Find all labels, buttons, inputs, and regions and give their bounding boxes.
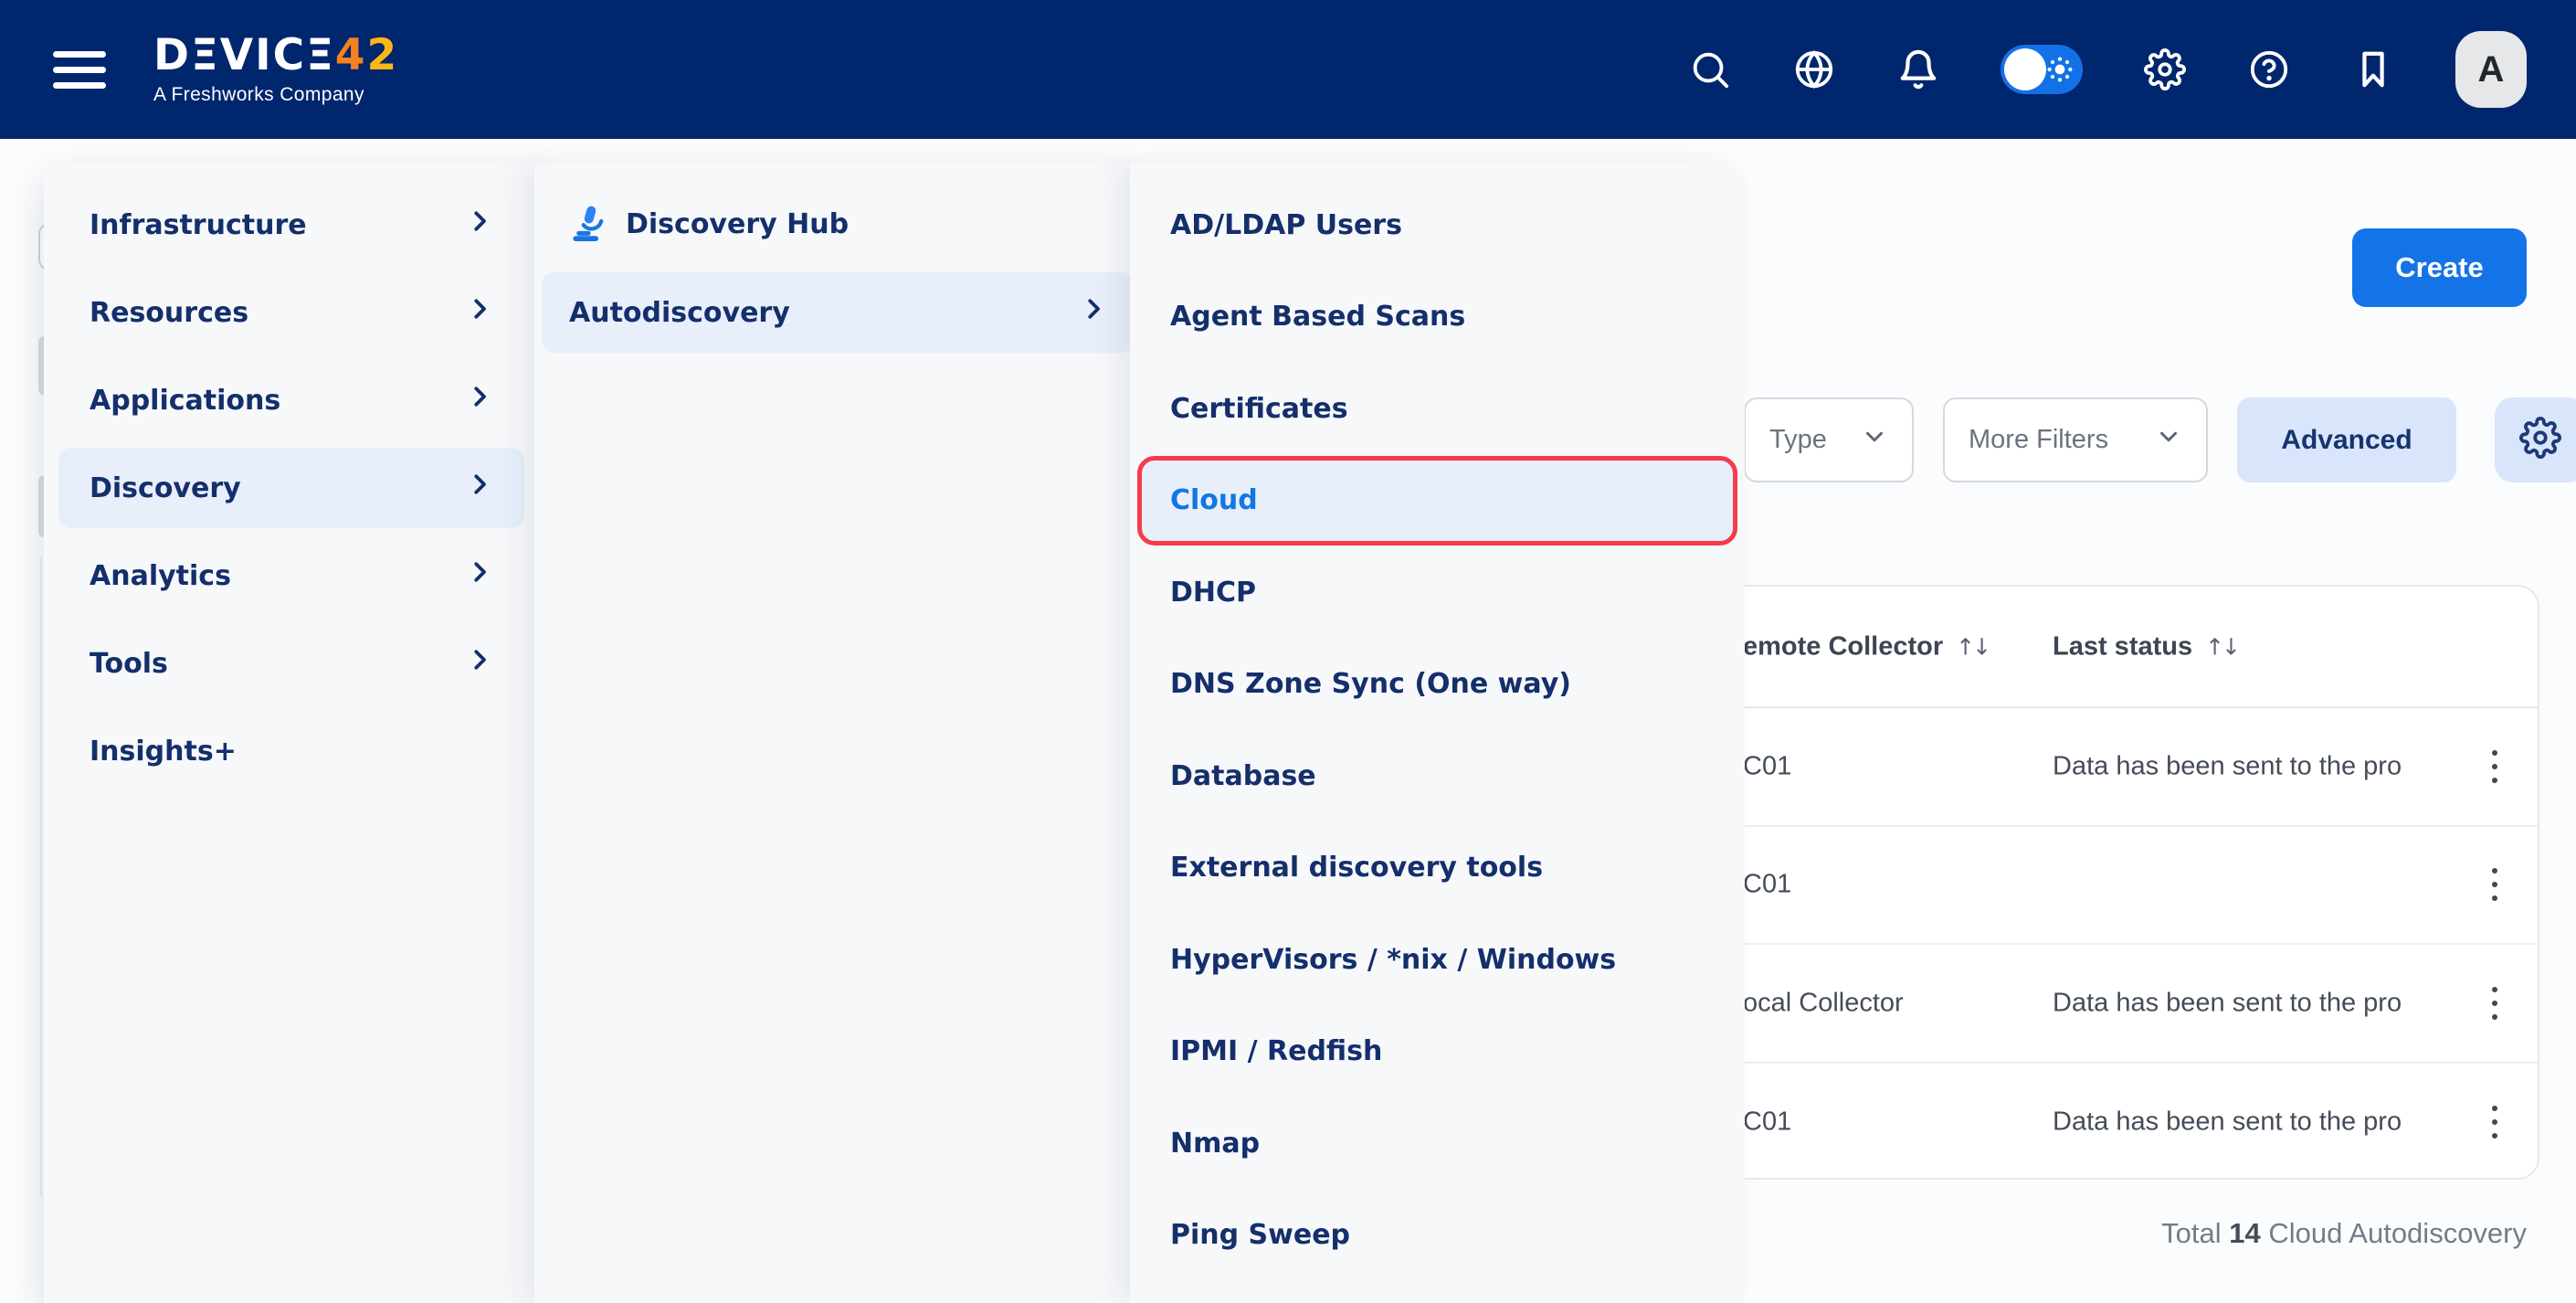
type-filter-label: Type — [1769, 425, 1827, 455]
toggle-knob — [2004, 48, 2046, 90]
more-filters-dropdown[interactable]: More Filters — [1943, 397, 2208, 482]
menu-item-discovery-hub[interactable]: Discovery Hub — [542, 184, 1135, 264]
cell-last-status: Data has been sent to the pro — [2053, 1107, 2402, 1138]
logo-wordmark: DΞVICΞ42 — [153, 34, 398, 77]
sort-icon[interactable]: ↑↓ — [1956, 633, 1989, 660]
navbar-actions: A — [1688, 31, 2527, 108]
cell-remote-collector: C01 — [1743, 1107, 1791, 1138]
cell-remote-collector: C01 — [1743, 870, 1791, 900]
menu-level1-panel: Infrastructure Resources Applications Di… — [44, 164, 539, 1303]
menu-item-nmap[interactable]: Nmap — [1142, 1103, 1733, 1183]
row-actions-kebab-icon[interactable] — [2486, 745, 2503, 789]
gear-icon — [2519, 417, 2561, 463]
menu-item-hypervisors-nix-windows[interactable]: HyperVisors / *nix / Windows — [1142, 919, 1733, 1000]
menu-item-dhcp[interactable]: DHCP — [1142, 552, 1733, 632]
bookmark-icon[interactable] — [2351, 48, 2395, 91]
menu-item-resources[interactable]: Resources — [58, 272, 524, 353]
chevron-down-icon — [1861, 423, 1888, 458]
cell-last-status: Data has been sent to the pro — [2053, 988, 2402, 1018]
help-icon[interactable] — [2247, 48, 2291, 91]
gear-icon[interactable] — [2143, 48, 2187, 91]
menu-item-infrastructure[interactable]: Infrastructure — [58, 185, 524, 265]
chevron-right-icon — [466, 207, 493, 242]
row-actions-kebab-icon[interactable] — [2486, 863, 2503, 906]
row-actions-kebab-icon[interactable] — [2486, 981, 2503, 1025]
menu-item-discovery[interactable]: Discovery — [58, 448, 524, 528]
create-button[interactable]: Create — [2352, 228, 2527, 307]
chevron-right-icon — [466, 646, 493, 681]
top-navbar: DΞVICΞ42 A Freshworks Company — [0, 0, 2576, 139]
globe-icon[interactable] — [1792, 48, 1836, 91]
menu-item-tools[interactable]: Tools — [58, 623, 524, 704]
menu-level2-panel: Discovery Hub Autodiscovery — [534, 164, 1142, 1303]
more-filters-label: More Filters — [1969, 425, 2108, 455]
row-actions-kebab-icon[interactable] — [2486, 1100, 2503, 1144]
advanced-filters-button[interactable]: Advanced — [2237, 397, 2456, 482]
menu-item-agent-based-scans[interactable]: Agent Based Scans — [1142, 277, 1733, 357]
menu-item-insights-plus[interactable]: Insights+ — [58, 711, 524, 791]
hamburger-menu-icon[interactable] — [53, 51, 110, 89]
sun-icon — [2045, 55, 2075, 89]
menu-item-certificates[interactable]: Certificates — [1142, 368, 1733, 449]
cell-remote-collector: ocal Collector — [1743, 988, 1904, 1018]
filters-bar: Type More Filters Advanced — [1744, 397, 2576, 482]
table-settings-button[interactable] — [2495, 397, 2576, 482]
device42-logo[interactable]: DΞVICΞ42 A Freshworks Company — [153, 34, 398, 106]
logo-tagline: A Freshworks Company — [153, 84, 398, 106]
column-header-remote-collector[interactable]: emote Collector ↑↓ — [1743, 631, 1989, 662]
occluded-page-divider — [40, 557, 42, 1197]
chevron-right-icon — [466, 558, 493, 593]
total-count: 14 — [2229, 1217, 2260, 1249]
type-filter-dropdown[interactable]: Type — [1744, 397, 1914, 482]
menu-item-dns-zone-sync[interactable]: DNS Zone Sync (One way) — [1142, 644, 1733, 725]
cell-remote-collector: C01 — [1743, 751, 1791, 781]
menu-item-cloud[interactable]: Cloud — [1142, 461, 1733, 541]
column-header-last-status[interactable]: Last status ↑↓ — [2053, 631, 2238, 662]
menu-item-applications[interactable]: Applications — [58, 360, 524, 440]
menu-item-ping-sweep[interactable]: Ping Sweep — [1142, 1195, 1733, 1276]
chevron-right-icon — [1080, 295, 1107, 330]
menu-item-ad-ldap-users[interactable]: AD/LDAP Users — [1142, 185, 1733, 265]
chevron-down-icon — [2155, 423, 2182, 458]
cell-last-status: Data has been sent to the pro — [2053, 751, 2402, 781]
chevron-right-icon — [466, 383, 493, 418]
bell-icon[interactable] — [1896, 48, 1940, 91]
menu-level3-panel: AD/LDAP Users Agent Based Scans Certific… — [1130, 164, 1745, 1303]
theme-toggle[interactable] — [2001, 45, 2083, 94]
menu-item-analytics[interactable]: Analytics — [58, 535, 524, 616]
chevron-right-icon — [466, 295, 493, 330]
search-icon[interactable] — [1688, 48, 1732, 91]
account-avatar[interactable]: A — [2455, 31, 2527, 108]
menu-item-autodiscovery[interactable]: Autodiscovery — [542, 272, 1135, 353]
sort-icon[interactable]: ↑↓ — [2205, 633, 2238, 660]
menu-item-ipmi-redfish[interactable]: IPMI / Redfish — [1142, 1012, 1733, 1092]
menu-item-database[interactable]: Database — [1142, 736, 1733, 816]
microscope-icon — [569, 203, 611, 245]
chevron-right-icon — [466, 471, 493, 505]
app-root: Create Type More Filters Advanced — [0, 0, 2576, 1303]
menu-item-external-discovery-tools[interactable]: External discovery tools — [1142, 828, 1733, 908]
